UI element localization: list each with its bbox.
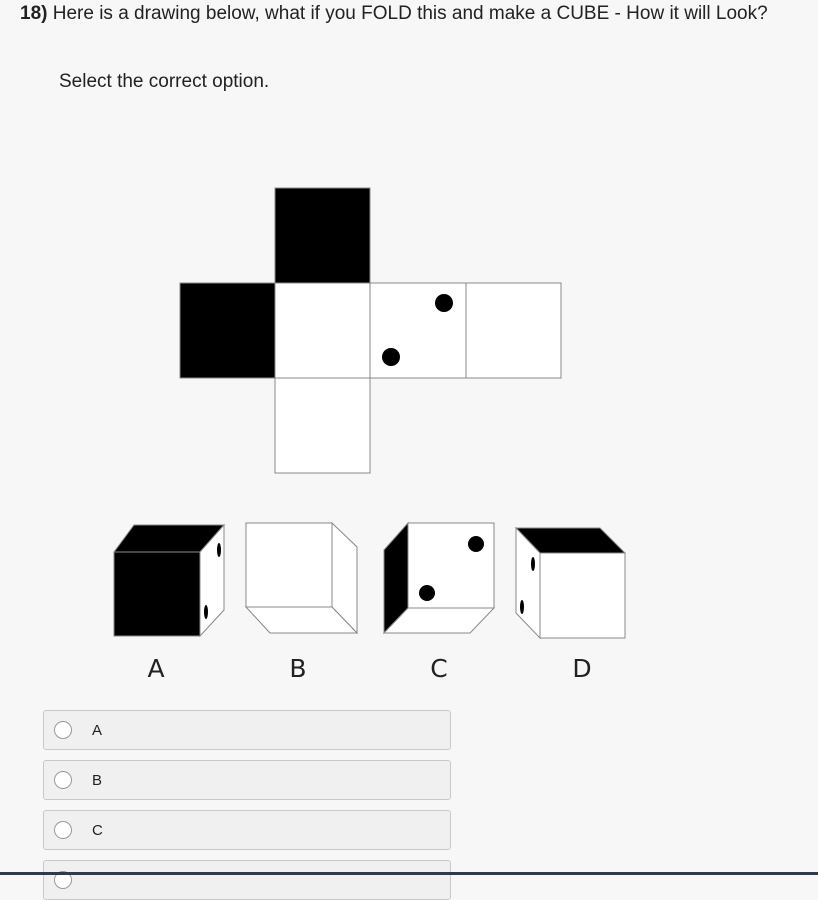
cube-b-front [245,522,333,608]
cube-c-dot-2 [419,585,435,601]
cube-option-b [244,521,359,635]
net-face-right [465,282,562,379]
figure-label-b: B [289,654,306,683]
net-dot-1 [435,294,453,312]
net-face-left [179,282,276,379]
choice-label-a: A [92,722,103,739]
cube-d-mark-2 [520,600,524,614]
answer-choice-b[interactable]: B [43,760,451,800]
figure-label-d: D [572,654,591,683]
net-face-bottom [274,377,371,474]
answer-choice-d[interactable] [43,860,451,900]
radio-button-c[interactable] [54,821,72,839]
choice-label-c: C [92,822,103,839]
cube-d-front [539,552,626,639]
cube-a-front [113,551,201,637]
cube-option-a [113,523,226,638]
radio-button-b[interactable] [54,771,72,789]
answer-choice-a[interactable]: A [43,710,451,750]
net-face-dots [369,282,467,379]
cube-c-dot-1 [468,536,484,552]
net-face-top [274,187,371,284]
net-face-center [274,282,371,379]
figure-label-c: C [430,654,447,683]
cube-d-mark-1 [531,557,535,571]
cube-a-mark-2 [204,605,208,619]
net-dot-2 [382,348,400,366]
choice-label-b: B [92,772,103,789]
answer-choice-c[interactable]: C [43,810,451,850]
cube-option-c [382,521,496,635]
cube-puzzle-figure: A B C D [113,187,627,683]
radio-button-a[interactable] [54,721,72,739]
cube-a-mark-1 [217,543,221,557]
cube-net [179,187,562,474]
figure-label-a: A [147,654,164,683]
cube-option-d [514,526,627,640]
